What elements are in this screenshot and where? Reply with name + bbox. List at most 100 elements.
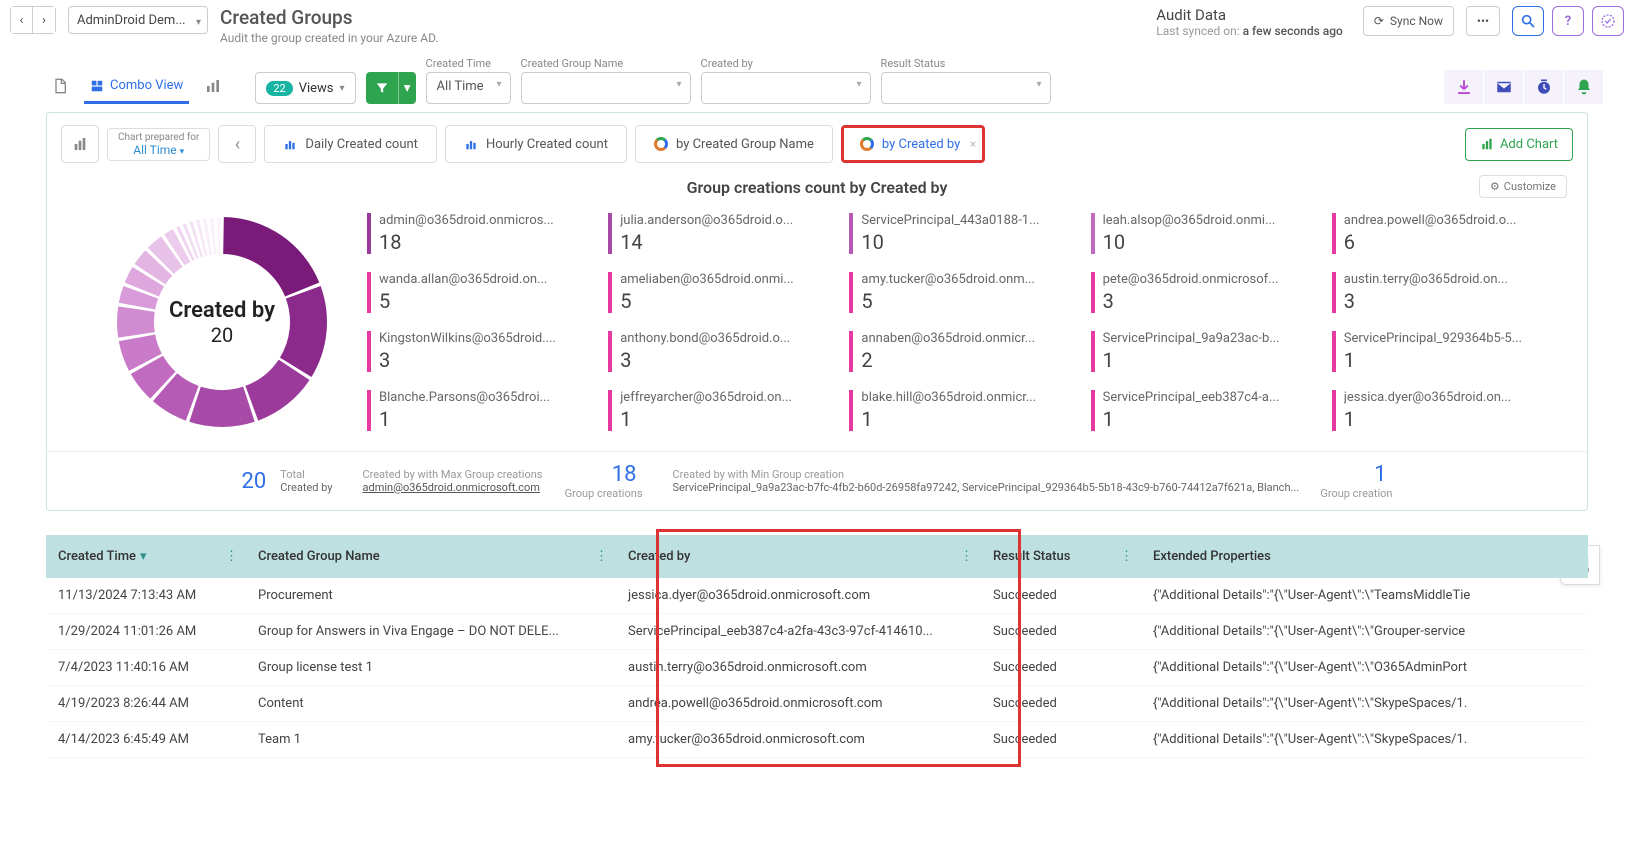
column-result-status[interactable]: Result Status⋮ (981, 535, 1141, 578)
legend-item[interactable]: jessica.dyer@o365droid.on...1 (1332, 390, 1557, 431)
column-options-icon[interactable]: ⋮ (1120, 549, 1133, 564)
table-row[interactable]: 11/13/2024 7:13:43 AM Procurement jessic… (46, 578, 1588, 614)
table-row[interactable]: 4/14/2023 6:45:49 AM Team 1 amy.tucker@o… (46, 722, 1588, 758)
customize-button[interactable]: ⚙ Customize (1479, 175, 1567, 198)
chart-summary-footer: 20 Total Created by Created by with Max … (47, 451, 1587, 510)
nav-forward-button[interactable]: › (33, 7, 55, 33)
max-value: 18 (565, 462, 637, 487)
page-subtitle: Audit the group created in your Azure AD… (220, 31, 439, 45)
filter-button[interactable] (366, 72, 398, 104)
page-title-block: Created Groups Audit the group created i… (220, 6, 439, 45)
tab-label: by Created Group Name (676, 137, 814, 152)
sync-now-button[interactable]: ⟳ Sync Now (1363, 6, 1454, 36)
add-chart-button[interactable]: Add Chart (1465, 128, 1573, 161)
table-row[interactable]: 1/29/2024 11:01:26 AM Group for Answers … (46, 614, 1588, 650)
donut-icon (654, 137, 668, 151)
min-unit: Group creation (1320, 487, 1392, 500)
legend-item[interactable]: ameliaben@o365droid.onmi...5 (608, 272, 833, 313)
tab-by-group-name[interactable]: by Created Group Name (635, 125, 833, 163)
cell-created-by: austin.terry@o365droid.onmicrosoft.com (616, 650, 981, 686)
legend-item[interactable]: blake.hill@o365droid.onmicr...1 (849, 390, 1074, 431)
table-header-row: Created Time▾⋮ Created Group Name ⋮ Creat… (46, 535, 1588, 578)
cell-time: 1/29/2024 11:01:26 AM (46, 614, 246, 650)
cell-status: Succeeded (981, 722, 1141, 758)
tab-hourly-count[interactable]: Hourly Created count (445, 125, 627, 163)
column-created-time[interactable]: Created Time▾⋮ (46, 535, 246, 578)
filter-created-time-select[interactable]: All Time (426, 72, 511, 104)
close-icon[interactable]: × (970, 137, 976, 151)
filter-group-name-select[interactable] (521, 72, 691, 104)
legend-item[interactable]: andrea.powell@o365droid.o...6 (1332, 213, 1557, 254)
help-button[interactable]: ? (1552, 6, 1584, 36)
total-label-top: Total (280, 468, 332, 481)
check-button[interactable] (1592, 6, 1624, 36)
legend-item[interactable]: ServicePrincipal_eeb387c4-a... 1 (1091, 390, 1316, 431)
max-label: Created by with Max Group creations (363, 468, 557, 481)
action-icons (1444, 70, 1604, 104)
legend-value: 14 (620, 230, 833, 254)
legend-item[interactable]: wanda.allan@o365droid.on...5 (367, 272, 592, 313)
column-options-icon[interactable]: ⋮ (595, 549, 608, 564)
search-button[interactable] (1512, 6, 1544, 36)
legend-item[interactable]: jeffreyarcher@o365droid.on...1 (608, 390, 833, 431)
nav-back-button[interactable]: ‹ (11, 7, 33, 33)
legend-item[interactable]: anthony.bond@o365droid.o...3 (608, 331, 833, 372)
legend-item[interactable]: admin@o365droid.onmicros...18 (367, 213, 592, 254)
cell-extended: {"Additional Details":"{\"User-Agent\":\… (1141, 722, 1588, 758)
total-count: 20 (241, 469, 266, 494)
legend-item[interactable]: austin.terry@o365droid.on... 3 (1332, 272, 1557, 313)
org-select[interactable]: AdminDroid Dem... (68, 6, 208, 34)
legend-value: 2 (861, 348, 1074, 372)
legend-name: ServicePrincipal_eeb387c4-a... (1103, 390, 1298, 405)
donut-center-value: 20 (211, 323, 233, 347)
total-label-bottom: Created by (280, 481, 332, 494)
alert-button[interactable] (1564, 70, 1604, 104)
legend-item[interactable]: Blanche.Parsons@o365droi...1 (367, 390, 592, 431)
legend-value: 1 (1103, 407, 1316, 431)
legend-item[interactable]: ServicePrincipal_443a0188-1...10 (849, 213, 1074, 254)
column-label: Created Group Name (258, 549, 380, 564)
tab-by-created-by[interactable]: by Created by × (841, 125, 985, 163)
email-button[interactable] (1484, 70, 1524, 104)
legend-value: 10 (861, 230, 1074, 254)
legend-item[interactable]: julia.anderson@o365droid.o...14 (608, 213, 833, 254)
table-row[interactable]: 7/4/2023 11:40:16 AM Group license test … (46, 650, 1588, 686)
chart-scroll-left-button[interactable]: ‹ (218, 125, 256, 163)
bar-chart-icon (283, 137, 297, 151)
legend-item[interactable]: amy.tucker@o365droid.onm...5 (849, 272, 1074, 313)
column-group-name[interactable]: Created Group Name ⋮ (246, 535, 616, 578)
legend-item[interactable]: ServicePrincipal_929364b5-5...1 (1332, 331, 1557, 372)
legend-item[interactable]: pete@o365droid.onmicrosof...3 (1091, 272, 1316, 313)
legend-item[interactable]: annaben@o365droid.onmicr...2 (849, 331, 1074, 372)
legend-item[interactable]: ServicePrincipal_9a9a23ac-b...1 (1091, 331, 1316, 372)
tab-label: Daily Created count (305, 137, 418, 152)
chart-type-button[interactable] (61, 125, 99, 163)
legend-value: 3 (1344, 289, 1557, 313)
column-options-icon[interactable]: ⋮ (225, 549, 238, 564)
schedule-button[interactable] (1524, 70, 1564, 104)
filter-created-time-label: Created Time (426, 57, 511, 70)
more-menu-button[interactable]: ••• (1466, 6, 1500, 36)
download-button[interactable] (1444, 70, 1484, 104)
max-name-link[interactable]: admin@o365droid.onmicrosoft.com (363, 481, 557, 494)
column-created-by[interactable]: Created by⋮ (616, 535, 981, 578)
cell-name: Content (246, 686, 616, 722)
filter-result-status-select[interactable] (881, 72, 1051, 104)
legend-item[interactable]: leah.alsop@o365droid.onmi...10 (1091, 213, 1316, 254)
combo-view-tab[interactable]: Combo View (84, 74, 189, 104)
audit-status: Audit Data Last synced on: a few seconds… (1156, 6, 1343, 38)
legend-item[interactable]: KingstonWilkins@o365droid....3 (367, 331, 592, 372)
column-options-icon[interactable]: ⋮ (960, 549, 973, 564)
tab-daily-count[interactable]: Daily Created count (264, 125, 437, 163)
filter-dropdown-button[interactable]: ▾ (398, 72, 416, 104)
column-extended-props[interactable]: Extended Properties (1141, 535, 1588, 578)
chart-view-icon[interactable] (199, 72, 227, 104)
filter-created-by-select[interactable] (701, 72, 871, 104)
legend-name: austin.terry@o365droid.on... (1344, 272, 1539, 287)
table-row[interactable]: 4/19/2023 8:26:44 AM Content andrea.powe… (46, 686, 1588, 722)
views-dropdown[interactable]: 22 Views ▾ (255, 72, 355, 104)
document-icon[interactable] (46, 72, 74, 104)
chart-prepared-for[interactable]: Chart prepared for All Time ▾ (107, 128, 210, 161)
legend-value: 1 (861, 407, 1074, 431)
cell-name: Group for Answers in Viva Engage – DO NO… (246, 614, 616, 650)
